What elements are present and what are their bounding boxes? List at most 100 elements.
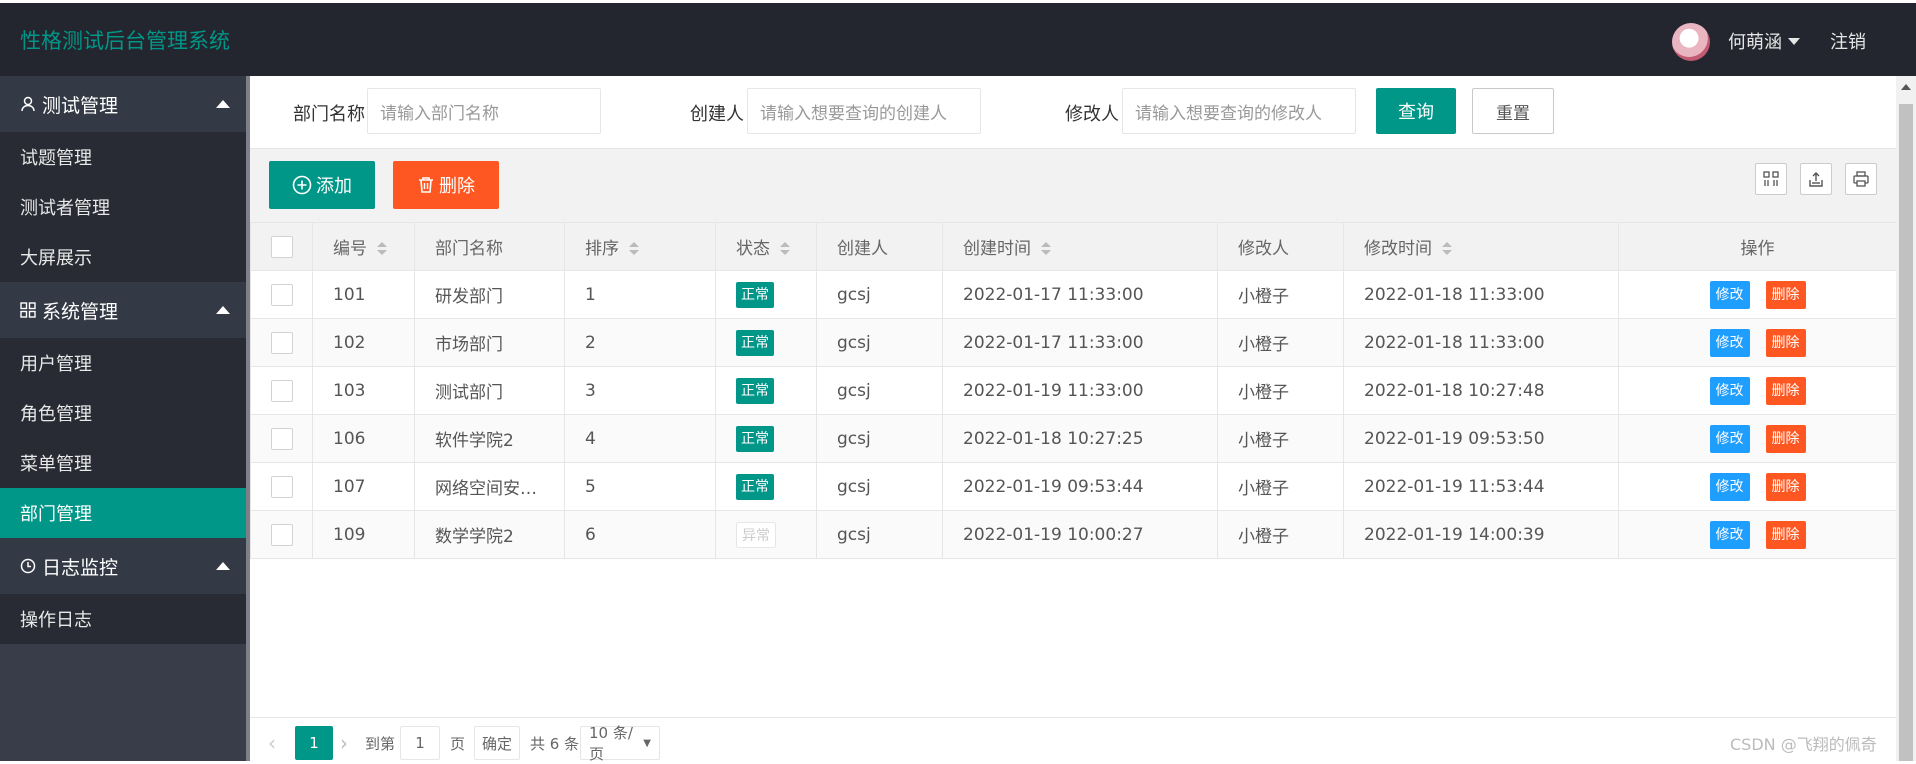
page-input[interactable]: 1 — [400, 726, 440, 760]
sort-icon[interactable] — [377, 242, 387, 256]
user-icon — [21, 96, 35, 112]
delete-button[interactable]: 删除 — [1765, 328, 1806, 357]
scroll-up-icon[interactable] — [1901, 84, 1911, 90]
delete-button[interactable]: 删除 — [1765, 520, 1806, 549]
sidebar-item-users[interactable]: 用户管理 — [0, 338, 246, 388]
sidebar-item-testers[interactable]: 测试者管理 — [0, 182, 246, 232]
cell-modifier: 小橙子 — [1217, 366, 1344, 415]
sort-icon[interactable] — [1041, 242, 1051, 256]
cell-creator: gcsj — [816, 270, 943, 319]
cell-created: 2022-01-17 11:33:00 — [942, 270, 1218, 319]
table-header-row: 编号 部门名称 排序 状态 创建人 创建时间 修改人 修改时间 操作 — [250, 222, 1897, 271]
col-order[interactable]: 排序 — [564, 222, 716, 271]
edit-button[interactable]: 修改 — [1709, 520, 1750, 549]
cell-order: 5 — [564, 462, 716, 511]
avatar[interactable] — [1672, 23, 1710, 61]
row-checkbox[interactable] — [271, 523, 293, 546]
total-count: 共 6 条 — [530, 734, 580, 753]
col-id[interactable]: 编号 — [312, 222, 415, 271]
logout-link[interactable]: 注销 — [1830, 28, 1866, 54]
edit-button[interactable]: 修改 — [1709, 328, 1750, 357]
sidebar-item-menus[interactable]: 菜单管理 — [0, 438, 246, 488]
confirm-button[interactable]: 确定 — [474, 726, 520, 760]
sidebar-item-dashboard[interactable]: 大屏展示 — [0, 232, 246, 282]
table-toolbar: 添加 删除 — [250, 148, 1896, 222]
delete-button[interactable]: 删除 — [1765, 280, 1806, 309]
cell-order: 3 — [564, 366, 716, 415]
user-menu[interactable]: 何萌涵 — [1728, 28, 1800, 54]
select-all-checkbox[interactable] — [271, 235, 293, 258]
table-row: 102 市场部门 2 正常 gcsj 2022-01-17 11:33:00 小橙子 2022… — [250, 318, 1897, 367]
sidebar-item-departments[interactable]: 部门管理 — [0, 488, 246, 538]
table-row: 106 软件学院2 4 正常 gcsj 2022-01-18 10:27:25 小橙子 202… — [250, 414, 1897, 463]
main-content: 部门名称 请输入部门名称 创建人 请输入想要查询的创建人 修改人 请输入想要查询… — [250, 76, 1897, 763]
add-button[interactable]: 添加 — [269, 161, 375, 209]
row-checkbox[interactable] — [271, 475, 293, 498]
batch-delete-button[interactable]: 删除 — [393, 161, 499, 209]
columns-filter-button[interactable] — [1755, 163, 1787, 195]
goto-label: 到第 — [365, 734, 396, 753]
row-checkbox[interactable] — [271, 331, 293, 354]
edit-button[interactable]: 修改 — [1709, 472, 1750, 501]
sidebar-item-roles[interactable]: 角色管理 — [0, 388, 246, 438]
delete-label: 删除 — [439, 176, 475, 197]
cell-name: 研发部门 — [414, 270, 565, 319]
delete-button[interactable]: 删除 — [1765, 472, 1806, 501]
table-row: 107 网络空间安… 5 正常 gcsj 2022-01-19 09:53:44 小橙子 20… — [250, 462, 1897, 511]
scrollbar-thumb[interactable] — [1899, 104, 1913, 761]
plus-circle-icon — [292, 175, 312, 195]
sidebar-group-logs[interactable]: 日志监控 — [0, 538, 246, 594]
table-row: 101 研发部门 1 正常 gcsj 2022-01-17 11:33:00 小橙子 2022… — [250, 270, 1897, 319]
sidebar-group-system[interactable]: 系统管理 — [0, 282, 246, 338]
col-modified[interactable]: 修改时间 — [1343, 222, 1619, 271]
page-number[interactable]: 1 — [295, 726, 333, 760]
cell-created: 2022-01-18 10:27:25 — [942, 414, 1218, 463]
cell-modifier: 小橙子 — [1217, 414, 1344, 463]
cell-id: 102 — [312, 318, 415, 367]
vertical-scrollbar[interactable] — [1896, 76, 1916, 761]
edit-button[interactable]: 修改 — [1709, 280, 1750, 309]
cell-modified: 2022-01-18 11:33:00 — [1343, 270, 1619, 319]
prev-page-icon[interactable]: ‹ — [268, 726, 276, 760]
status-badge: 异常 — [736, 521, 776, 548]
row-checkbox[interactable] — [271, 283, 293, 306]
sidebar-item-oplog[interactable]: 操作日志 — [0, 594, 246, 644]
sort-icon[interactable] — [1442, 242, 1452, 256]
modifier-input[interactable]: 请输入想要查询的修改人 — [1122, 88, 1356, 134]
edit-button[interactable]: 修改 — [1709, 376, 1750, 405]
sidebar-group-label: 系统管理 — [42, 300, 119, 323]
dept-name-input[interactable]: 请输入部门名称 — [367, 88, 601, 134]
col-actions: 操作 — [1618, 222, 1897, 271]
reset-button[interactable]: 重置 — [1472, 88, 1554, 134]
col-name: 部门名称 — [414, 222, 565, 271]
col-created[interactable]: 创建时间 — [942, 222, 1218, 271]
query-button[interactable]: 查询 — [1376, 88, 1456, 134]
page-size-select[interactable]: 10 条/页 ▼ — [580, 724, 660, 763]
sidebar-group-test[interactable]: 测试管理 — [0, 76, 246, 132]
cell-actions: 修改 删除 — [1618, 270, 1897, 319]
delete-button[interactable]: 删除 — [1765, 376, 1806, 405]
cell-modifier: 小橙子 — [1217, 270, 1344, 319]
delete-button[interactable]: 删除 — [1765, 424, 1806, 453]
cell-order: 2 — [564, 318, 716, 367]
col-status[interactable]: 状态 — [715, 222, 817, 271]
col-creator: 创建人 — [816, 222, 943, 271]
cell-order: 4 — [564, 414, 716, 463]
print-button[interactable] — [1845, 163, 1877, 195]
next-page-icon[interactable]: › — [340, 726, 348, 760]
add-label: 添加 — [316, 176, 352, 197]
cell-actions: 修改 删除 — [1618, 510, 1897, 559]
sidebar-item-questions[interactable]: 试题管理 — [0, 132, 246, 182]
edit-button[interactable]: 修改 — [1709, 424, 1750, 453]
app-title[interactable]: 性格测试后台管理系统 — [20, 25, 230, 55]
export-button[interactable] — [1800, 163, 1832, 195]
sort-icon[interactable] — [780, 242, 790, 256]
cell-created: 2022-01-19 10:00:27 — [942, 510, 1218, 559]
cell-name: 测试部门 — [414, 366, 565, 415]
sort-icon[interactable] — [629, 242, 639, 256]
creator-input[interactable]: 请输入想要查询的创建人 — [747, 88, 981, 134]
cell-name: 软件学院2 — [414, 414, 565, 463]
row-checkbox[interactable] — [271, 379, 293, 402]
row-checkbox[interactable] — [271, 427, 293, 450]
creator-label: 创建人 — [690, 104, 744, 125]
